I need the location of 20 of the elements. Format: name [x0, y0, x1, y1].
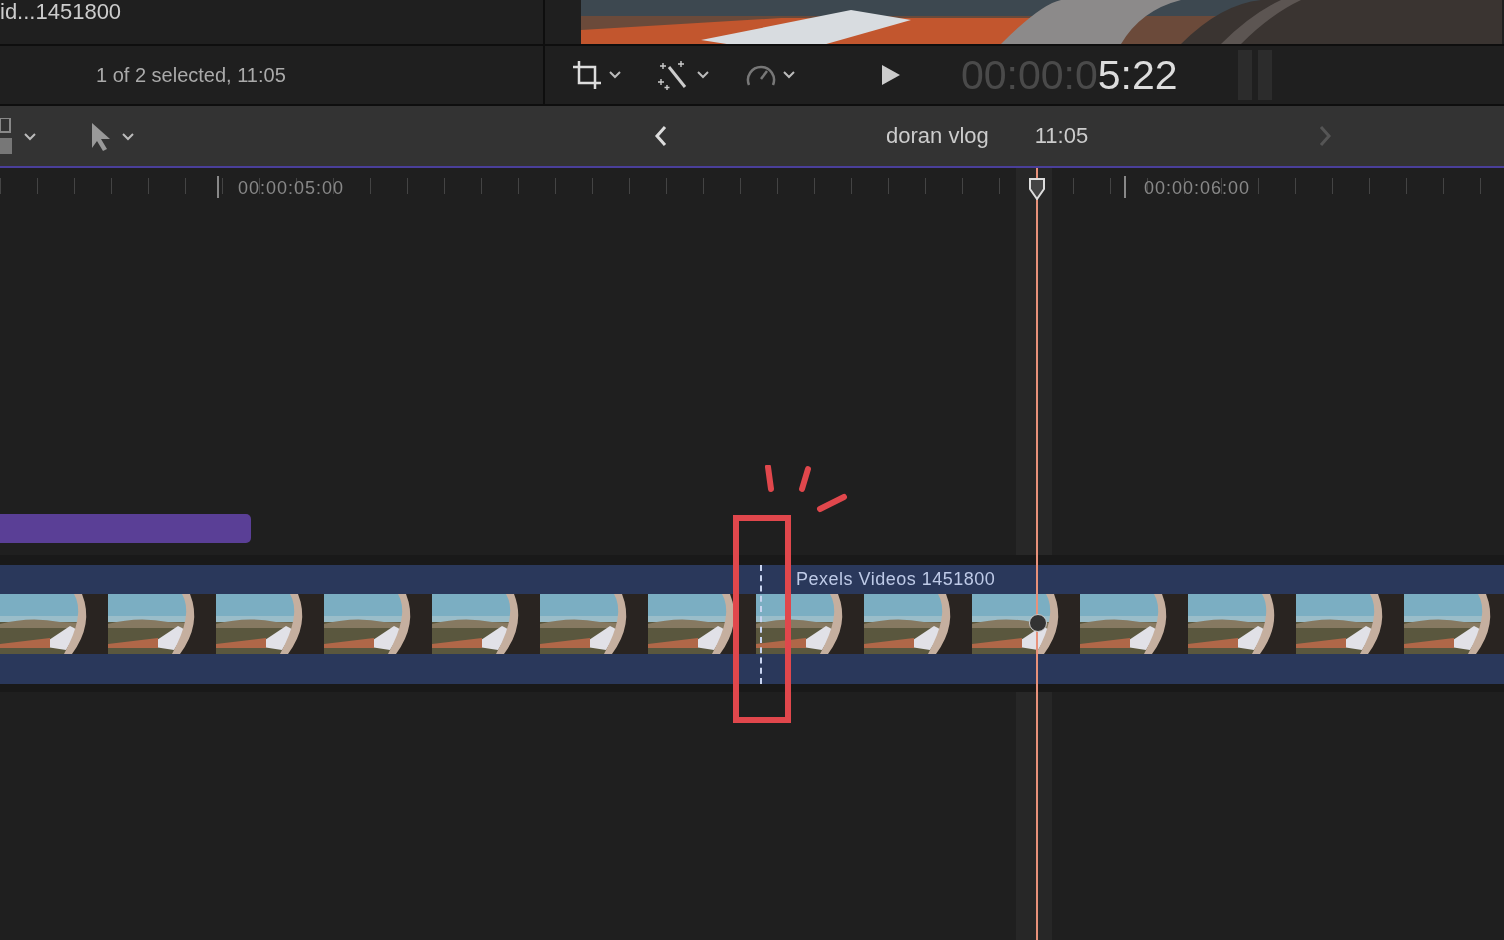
ruler-label: 00:00:06:00: [1144, 178, 1251, 199]
project-duration: 11:05: [1034, 123, 1089, 149]
ruler-label: 00:00:05:00: [238, 178, 345, 199]
play-icon[interactable]: [881, 64, 901, 86]
selection-info: 1 of 2 selected, 11:05: [95, 63, 286, 87]
pointer-icon[interactable]: [90, 121, 112, 151]
clip-title: Pexels Videos 1451800: [796, 569, 996, 590]
chevron-down-icon: [24, 133, 36, 141]
connected-clip-bar[interactable]: [0, 514, 251, 543]
chevron-down-icon: [609, 71, 621, 79]
chevron-down-icon: [122, 133, 134, 141]
project-name: doran vlog: [886, 123, 989, 149]
timecode: 5:22: [1097, 51, 1178, 99]
crop-icon[interactable]: [571, 59, 603, 91]
back-icon[interactable]: [654, 125, 668, 147]
clip-name: id...1451800: [0, 0, 122, 25]
clip-appearance-icon[interactable]: [0, 118, 14, 154]
chevron-down-icon: [783, 71, 795, 79]
chevron-down-icon: [697, 71, 709, 79]
video-clip[interactable]: Pexels Videos 1451800: [0, 565, 1504, 684]
